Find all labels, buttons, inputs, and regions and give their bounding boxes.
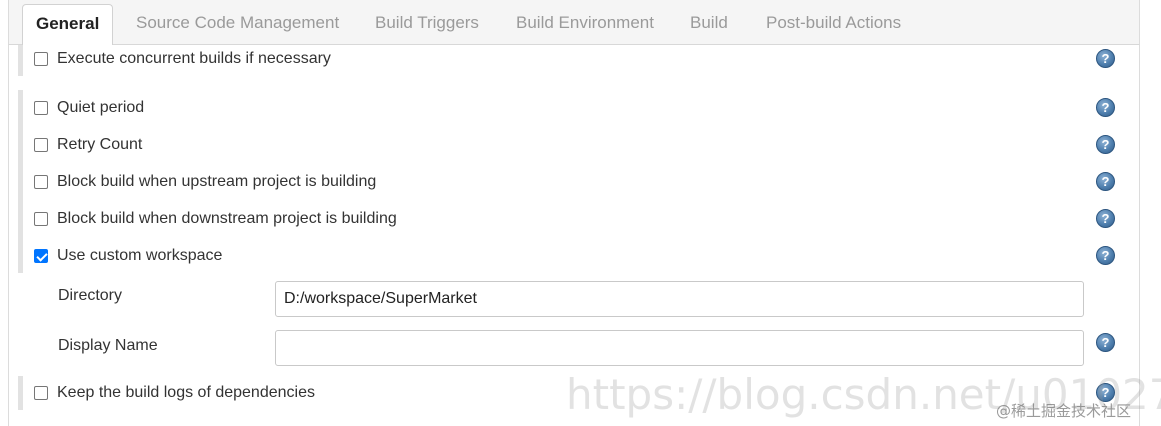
quiet-period-label: Quiet period [57, 99, 145, 116]
directory-label: Directory [58, 287, 123, 304]
tab-build-triggers[interactable]: Build Triggers [375, 0, 479, 45]
directory-input[interactable] [275, 281, 1084, 317]
keep-logs-label: Keep the build logs of dependencies [57, 384, 315, 401]
help-icon[interactable]: ? [1096, 98, 1115, 117]
retry-count-checkbox[interactable] [34, 138, 48, 152]
help-icon[interactable]: ? [1096, 172, 1115, 191]
quiet-period-checkbox[interactable] [34, 101, 48, 115]
custom-workspace-checkbox[interactable] [34, 249, 48, 263]
help-icon[interactable]: ? [1096, 333, 1115, 352]
tab-general[interactable]: General [22, 4, 114, 46]
option-quiet-period: Quiet period [34, 97, 144, 119]
tab-build-environment[interactable]: Build Environment [516, 0, 654, 45]
option-block-upstream: Block build when upstream project is bui… [34, 171, 376, 193]
option-block-downstream: Block build when downstream project is b… [34, 208, 397, 230]
section-indent-bar [18, 45, 23, 76]
help-icon[interactable]: ? [1096, 209, 1115, 228]
section-indent-bar [18, 90, 23, 273]
help-icon[interactable]: ? [1096, 246, 1115, 265]
general-section-panel [8, 45, 1140, 426]
display-name-input[interactable] [275, 330, 1084, 366]
help-icon[interactable]: ? [1096, 135, 1115, 154]
block-upstream-label: Block build when upstream project is bui… [57, 173, 377, 190]
concurrent-builds-label: Execute concurrent builds if necessary [57, 50, 331, 67]
help-icon[interactable]: ? [1096, 383, 1115, 402]
block-downstream-label: Block build when downstream project is b… [57, 210, 397, 227]
tab-build[interactable]: Build [690, 0, 728, 45]
keep-logs-checkbox[interactable] [34, 386, 48, 400]
option-retry-count: Retry Count [34, 134, 142, 156]
tab-bar: General Source Code Management Build Tri… [8, 0, 1140, 46]
section-indent-bar [18, 376, 23, 410]
option-custom-workspace: Use custom workspace [34, 245, 222, 267]
tab-source-code-management[interactable]: Source Code Management [136, 0, 339, 45]
tab-post-build-actions[interactable]: Post-build Actions [766, 0, 901, 45]
help-icon[interactable]: ? [1096, 49, 1115, 68]
option-concurrent-builds: Execute concurrent builds if necessary [34, 48, 331, 70]
concurrent-builds-checkbox[interactable] [34, 52, 48, 66]
custom-workspace-label: Use custom workspace [57, 247, 223, 264]
option-keep-logs: Keep the build logs of dependencies [34, 382, 315, 404]
display-name-label: Display Name [58, 337, 158, 354]
retry-count-label: Retry Count [57, 136, 143, 153]
block-downstream-checkbox[interactable] [34, 212, 48, 226]
block-upstream-checkbox[interactable] [34, 175, 48, 189]
